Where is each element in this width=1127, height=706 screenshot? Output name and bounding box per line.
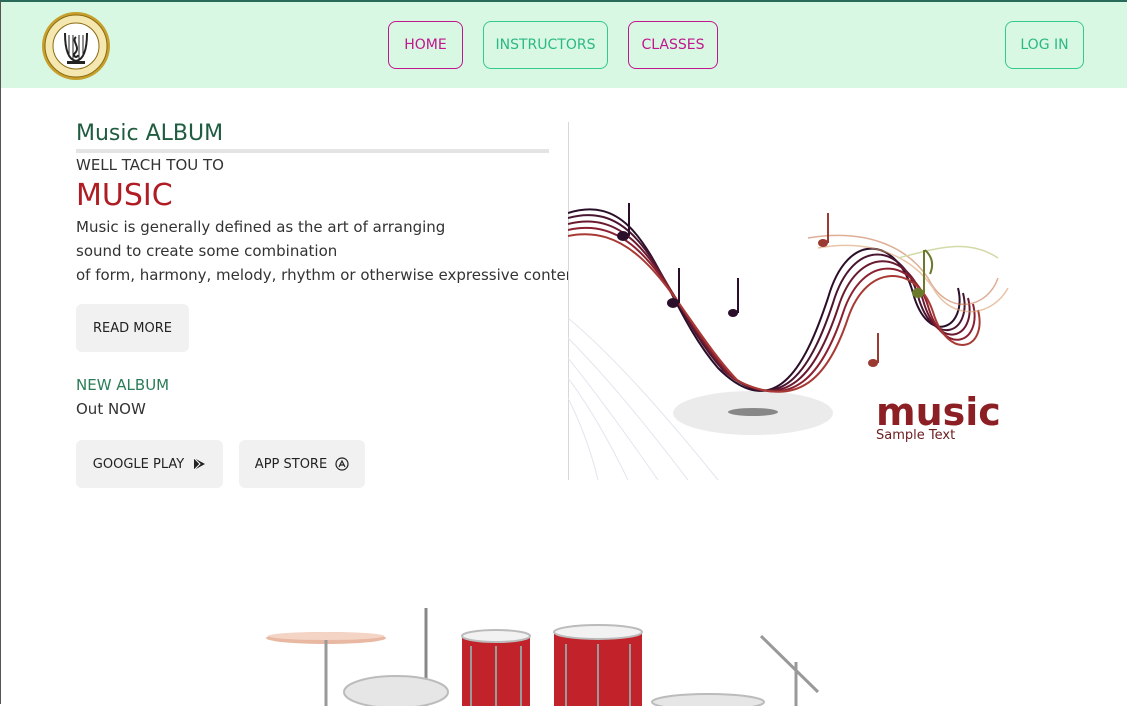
tagline: WELL TACH TOU TO [76, 156, 224, 174]
app-store-label: APP STORE [254, 456, 328, 472]
nav-classes-button[interactable]: CLASSES [628, 21, 718, 69]
music-notes-illustration: music Sample Text [568, 118, 1068, 480]
music-description: Music is generally defined as the art of… [76, 215, 586, 287]
school-logo[interactable] [41, 11, 111, 81]
nav-instructors-button[interactable]: INSTRUCTORS [483, 21, 608, 69]
app-store-button[interactable]: APP STORE [239, 440, 365, 488]
read-more-button[interactable]: READ MORE [76, 304, 189, 352]
illustration-subtitle: Sample Text [876, 428, 955, 443]
google-play-button[interactable]: GOOGLE PLAY [76, 440, 223, 488]
google-play-label: GOOGLE PLAY [92, 456, 185, 472]
music-heading: MUSIC [76, 178, 173, 213]
album-title: Music ALBUM [76, 120, 549, 153]
description-line: sound to create some combination [76, 242, 338, 260]
out-now-label: Out NOW [76, 400, 146, 418]
login-button[interactable]: LOG IN [1005, 21, 1084, 69]
description-line: of form, harmony, melody, rhythm or othe… [76, 266, 586, 284]
drum-kit-image [266, 608, 820, 706]
nav-home-button[interactable]: HOME [388, 21, 463, 69]
navbar: HOME INSTRUCTORS CLASSES LOG IN [1, 2, 1127, 88]
read-more-label: READ MORE [93, 320, 172, 336]
new-album-label: NEW ALBUM [76, 376, 170, 394]
description-line: Music is generally defined as the art of… [76, 218, 446, 236]
play-triangle-icon [193, 457, 206, 471]
app-store-icon [335, 457, 349, 471]
